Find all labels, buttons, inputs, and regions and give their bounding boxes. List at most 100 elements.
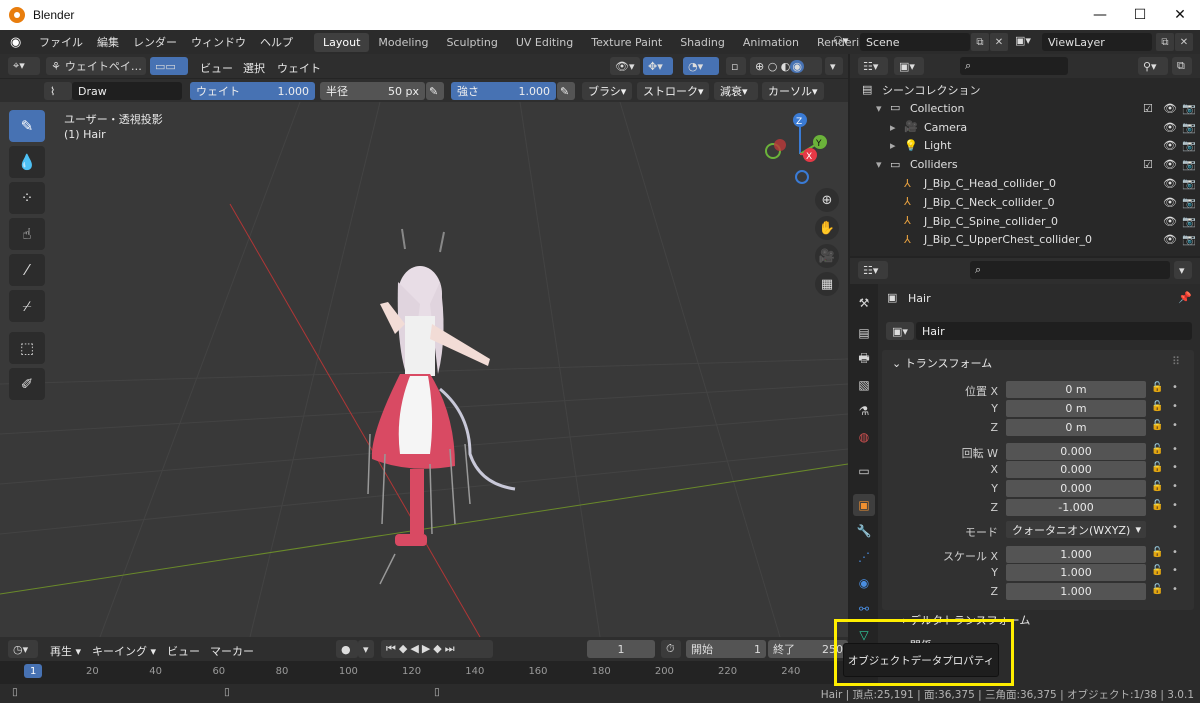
visibility-eye-icon[interactable]: 👁 <box>1163 196 1177 209</box>
gradient-tool-icon[interactable]: ⁄ <box>9 254 45 286</box>
overlay-toggle-icon[interactable]: ◔▾ <box>683 57 719 75</box>
properties-search-input[interactable]: ⌕ <box>970 261 1170 279</box>
menu-select[interactable]: 選択 <box>243 60 265 76</box>
shading-modes[interactable]: ⊕ ○ ◐ ◉ <box>750 57 822 75</box>
physics-tab-icon[interactable]: ◉ <box>853 572 875 594</box>
render-tab-icon[interactable]: ▤ <box>853 322 875 344</box>
render-camera-icon[interactable]: 📷 <box>1182 177 1196 190</box>
strength-pressure-icon[interactable]: ✎ <box>557 82 575 100</box>
keyframe-dot-icon[interactable]: • <box>1172 382 1178 393</box>
close-button[interactable]: ✕ <box>1160 0 1200 30</box>
modifier-tab-icon[interactable]: 🔧 <box>853 520 875 542</box>
select-tool-icon[interactable]: ⬚ <box>9 332 45 364</box>
visibility-eye-icon[interactable]: 👁 <box>1163 158 1177 171</box>
tab-sculpting[interactable]: Sculpting <box>437 33 506 52</box>
properties-editor-type-icon[interactable]: ☷▾ <box>858 261 888 279</box>
render-camera-icon[interactable]: 📷 <box>1182 196 1196 209</box>
display-mode-icon[interactable]: ▣▾ <box>894 57 924 75</box>
menu-marker[interactable]: マーカー <box>210 643 254 659</box>
radius-slider[interactable]: 半径 50 px <box>320 82 425 100</box>
scene-name-field[interactable]: Scene <box>860 33 970 51</box>
camera-view-icon[interactable]: 🎥 <box>815 244 839 268</box>
tab-modeling[interactable]: Modeling <box>369 33 437 52</box>
strength-slider[interactable]: 強さ 1.000 <box>451 82 556 100</box>
annotate-tool-icon[interactable]: ✐ <box>9 368 45 400</box>
rotation-mode-dropdown[interactable]: クォータニオン(WXYZ) ▾ <box>1006 521 1146 538</box>
keyframe-dot-icon[interactable]: • <box>1172 547 1178 558</box>
viewlayer-icon[interactable]: ▣▾ <box>1015 34 1031 47</box>
outliner-row[interactable]: ▾ ▭ Colliders ☑ 👁 📷 <box>850 155 1200 174</box>
visibility-eye-icon[interactable]: 👁 <box>1163 121 1177 134</box>
viewlayer-name-field[interactable]: ViewLayer <box>1042 33 1152 51</box>
stopwatch-icon[interactable]: ⏱ <box>661 640 681 658</box>
menu-playback[interactable]: 再生 ▾ <box>50 643 81 659</box>
lock-icon[interactable]: 🔓 <box>1151 401 1163 412</box>
particles-tab-icon[interactable]: ⋰ <box>853 546 875 568</box>
tab-animation[interactable]: Animation <box>734 33 808 52</box>
keyframe-dot-icon[interactable]: • <box>1172 500 1178 511</box>
menu-keying[interactable]: キーイング ▾ <box>92 643 156 659</box>
render-camera-icon[interactable]: 📷 <box>1182 139 1196 152</box>
xray-toggle-icon[interactable]: ▫ <box>726 57 746 75</box>
keyframe-dot-icon[interactable]: • <box>1172 420 1178 431</box>
zoom-icon[interactable]: ⊕ <box>815 188 839 212</box>
menu-file[interactable]: ファイル <box>32 34 90 50</box>
lock-icon[interactable]: 🔓 <box>1151 500 1163 511</box>
lock-icon[interactable]: 🔓 <box>1151 462 1163 473</box>
keyframe-dot-icon[interactable]: • <box>1172 481 1178 492</box>
mode-selector[interactable]: ⚘ ウェイトペイ… <box>46 57 146 75</box>
shading-options-icon[interactable]: ▾ <box>825 57 843 75</box>
visibility-eye-icon[interactable]: 👁 <box>1163 102 1177 115</box>
new-scene-button[interactable]: ⧉ <box>971 33 989 51</box>
pan-hand-icon[interactable]: ✋ <box>815 216 839 240</box>
menu-timeline-view[interactable]: ビュー <box>167 643 200 659</box>
scene-tab-icon[interactable]: ⚗ <box>853 400 875 422</box>
visibility-eye-icon[interactable]: 👁 <box>1163 177 1177 190</box>
record-button[interactable]: ● <box>336 640 358 658</box>
tab-shading[interactable]: Shading <box>671 33 734 52</box>
rotation-z-field[interactable]: -1.000 <box>1006 499 1146 516</box>
menu-weight[interactable]: ウェイト <box>277 60 321 76</box>
scale-z-field[interactable]: 1.000 <box>1006 583 1146 600</box>
tab-layout[interactable]: Layout <box>314 32 370 52</box>
current-frame-field[interactable]: 1 <box>587 640 655 658</box>
outliner-row[interactable]: ⅄ J_Bip_C_Spine_collider_0 👁 📷 <box>850 212 1200 231</box>
render-camera-icon[interactable]: 📷 <box>1182 158 1196 171</box>
world-tab-icon[interactable]: ◍ <box>853 426 875 448</box>
timeline-ruler[interactable]: 1 20 40 60 80 100 120 140 160 180 200 220 240 <box>0 661 848 685</box>
lock-icon[interactable]: 🔓 <box>1151 420 1163 431</box>
visibility-icon[interactable]: 👁▾ <box>610 57 640 75</box>
delete-viewlayer-button[interactable]: ✕ <box>1175 33 1193 51</box>
render-camera-icon[interactable]: 📷 <box>1182 215 1196 228</box>
outliner-row[interactable]: ▸ 💡 Light 👁 📷 <box>850 136 1200 155</box>
location-y-field[interactable]: 0 m <box>1006 400 1146 417</box>
location-z-field[interactable]: 0 m <box>1006 419 1146 436</box>
smear-tool-icon[interactable]: ☝ <box>9 218 45 250</box>
blur-tool-icon[interactable]: 💧 <box>9 146 45 178</box>
playback-controls[interactable]: ⏮◆◀▶◆⏭ <box>381 640 493 658</box>
lock-icon[interactable]: 🔓 <box>1151 547 1163 558</box>
expand-toggle-icon[interactable]: ▸ <box>890 121 904 134</box>
menu-help[interactable]: ヘルプ <box>253 34 300 50</box>
rotation-w-field[interactable]: 0.000 <box>1006 443 1146 460</box>
new-collection-icon[interactable]: ⧉ <box>1172 57 1192 75</box>
outliner-row[interactable]: ⅄ J_Bip_C_UpperChest_collider_0 👁 📷 <box>850 230 1200 249</box>
paint-mask-buttons[interactable]: ▭▭ <box>150 57 188 75</box>
tab-texture-paint[interactable]: Texture Paint <box>582 33 671 52</box>
menu-render[interactable]: レンダー <box>126 34 184 50</box>
render-camera-icon[interactable]: 📷 <box>1182 121 1196 134</box>
tool-tab-icon[interactable]: ⚒ <box>853 292 875 314</box>
ortho-grid-icon[interactable]: ▦ <box>815 272 839 296</box>
expand-toggle-icon[interactable]: ▾ <box>876 158 890 171</box>
object-name-field[interactable]: Hair <box>916 322 1192 340</box>
start-frame-field[interactable]: 開始 1 <box>686 640 766 658</box>
filter-icon[interactable]: ⚲▾ <box>1138 57 1168 75</box>
brush-name-field[interactable]: Draw <box>72 82 182 100</box>
rotation-y-field[interactable]: 0.000 <box>1006 480 1146 497</box>
lock-icon[interactable]: 🔓 <box>1151 444 1163 455</box>
keyframe-dot-icon[interactable]: • <box>1172 565 1178 576</box>
lock-icon[interactable]: 🔓 <box>1151 584 1163 595</box>
render-camera-icon[interactable]: 📷 <box>1182 102 1196 115</box>
keying-options-icon[interactable]: ▾ <box>358 640 374 658</box>
exclude-checkbox[interactable]: ☑ <box>1143 102 1153 115</box>
